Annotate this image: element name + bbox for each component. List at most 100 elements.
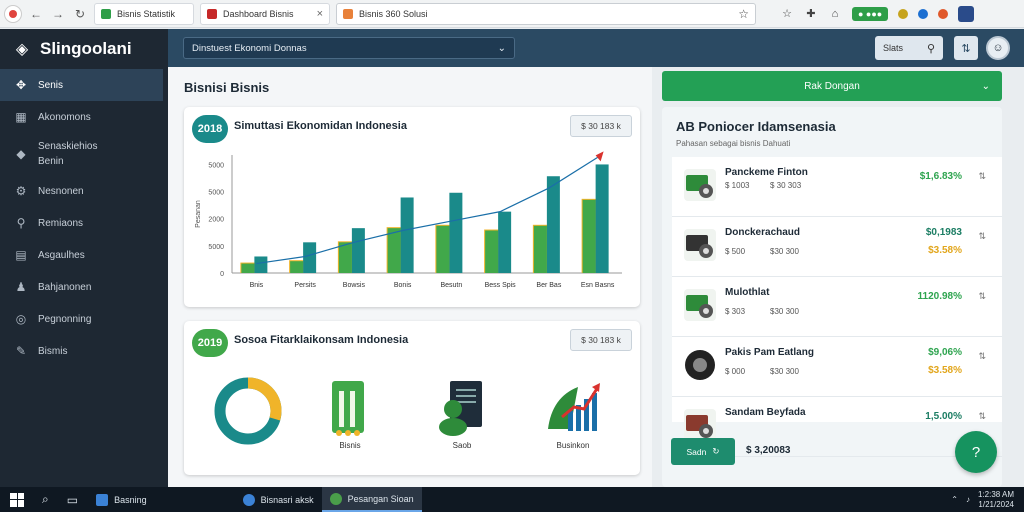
sort-arrow-icon[interactable]: ⇅ <box>978 171 986 182</box>
footer-total: $ 3,20083 <box>746 445 791 456</box>
app-icon <box>242 493 255 506</box>
puzzle-icon[interactable]: ✚ <box>804 7 818 21</box>
sidebar-item-2[interactable]: ◆ Senaskiehios Benin <box>0 133 168 175</box>
icons-card-title: Sosoa Fitarklaikonsam Indonesia <box>234 334 409 346</box>
indicator-title: AB Poniocer Idamsenasia <box>676 119 836 134</box>
x-tick-label: Bonis <box>394 282 412 289</box>
tile-document[interactable]: Bisnis <box>330 379 370 450</box>
item-value: 1120.98% <box>917 291 963 302</box>
sidebar-item-3[interactable]: ⚙ Nesnonen <box>0 175 168 207</box>
growth-chart-icon <box>548 383 600 431</box>
sort-arrow-icon[interactable]: ⇅ <box>978 351 986 362</box>
tile-person-document[interactable]: Saob <box>436 379 488 450</box>
reload-icon[interactable]: ↻ <box>72 6 88 22</box>
chart-card-action-button[interactable]: $ 30 183 k <box>570 115 632 137</box>
item-thumbnail-icon <box>684 289 716 321</box>
search-button[interactable]: Slats ⚲ <box>875 36 943 60</box>
extension-icon[interactable] <box>898 8 909 19</box>
list-item[interactable]: Mulothlat $ 303 $30 300 1120.98% ⇅ <box>672 277 1002 337</box>
bar <box>485 230 499 273</box>
extension-icon[interactable] <box>918 8 929 19</box>
item-change: $3.58% <box>928 245 962 256</box>
user-avatar[interactable]: ☺ <box>986 36 1010 60</box>
sidebar-item-8[interactable]: ✎ Bismis <box>0 335 168 367</box>
browser-tab-1[interactable]: Bisnis Statistik <box>94 2 194 25</box>
sidebar-item-1[interactable]: ▦ Akonomons <box>0 101 168 133</box>
sidebar: ◈ Slingoolani ✥ Senis ▦ Akonomons ◆ Senaskieh… <box>0 29 168 487</box>
bar-chart: 0 5000 2000 5000 5000 Pesanan Bnis Persits Bowsi… <box>195 151 622 289</box>
item-value: $0,1983 <box>925 227 962 238</box>
primary-dropdown-button[interactable]: Rak Dongan ⌄ <box>662 71 1002 101</box>
item-name: Donckerachaud <box>725 227 801 238</box>
sidebar-item-0[interactable]: ✥ Senis <box>0 69 163 101</box>
sidebar-item-6[interactable]: ♟ Bahjanonen <box>0 271 168 303</box>
chevron-down-icon: ⌄ <box>497 42 506 54</box>
indicator-list: Panckeme Finton $ 1003 $ 30 303 $1,6.83% ⇅ Do… <box>672 157 1002 457</box>
dataset-selector[interactable]: Dinstuest Ekonomi Donnas ⌄ <box>183 37 515 59</box>
item-change: $3.58% <box>928 365 962 376</box>
browser-tab-2[interactable]: Dashboard Bisnis × <box>200 2 330 25</box>
home-icon[interactable]: ⌂ <box>828 7 842 21</box>
os-taskbar: ⌕ ▭ Basning Bisnasri aksk Pesangan Sioan ⌃… <box>0 487 1024 512</box>
sidebar-item-label: Bahjanonen <box>38 281 92 293</box>
taskbar-search-icon[interactable]: ⌕ <box>42 492 49 507</box>
sidebar-item-5[interactable]: ▤ Asgaulhes <box>0 239 168 271</box>
x-tick-label: Esn Basns <box>581 282 615 289</box>
sidebar-icon: ◆ <box>16 147 26 161</box>
trend-arrow-icon <box>595 151 604 162</box>
item-meta: $30 300 <box>770 307 799 316</box>
person-document-icon <box>439 381 482 436</box>
tile-donut[interactable] <box>212 375 284 449</box>
item-thumbnail-icon <box>684 169 716 201</box>
browser-home-button[interactable] <box>4 4 22 23</box>
sort-button[interactable]: ⇅ <box>954 36 978 60</box>
bookmark-star-icon[interactable]: ☆ <box>738 7 749 21</box>
list-item[interactable]: Panckeme Finton $ 1003 $ 30 303 $1,6.83% ⇅ <box>672 157 1002 217</box>
sort-arrow-icon[interactable]: ⇅ <box>978 291 986 302</box>
sidebar-item-4[interactable]: ⚲ Remiaons <box>0 207 168 239</box>
volume-icon[interactable]: ♪ <box>966 495 970 504</box>
profile-avatar[interactable] <box>958 5 975 22</box>
tab-close-icon[interactable]: × <box>317 8 323 20</box>
back-arrow-icon[interactable]: ← <box>28 6 44 22</box>
footer-action-button[interactable]: Sadn ↻ <box>671 438 735 465</box>
network-icon[interactable]: ⌃ <box>951 495 958 504</box>
taskbar-app-2[interactable]: Pesangan Sioan <box>321 487 422 512</box>
taskbar-app-1[interactable]: Bisnasri aksk <box>235 487 322 512</box>
bar <box>546 176 560 273</box>
app-icon <box>329 492 342 505</box>
y-tick-label: 5000 <box>208 162 224 169</box>
address-bar[interactable]: Bisnis 360 Solusi ☆ <box>336 2 756 25</box>
clock-date: 1/21/2024 <box>978 499 1014 509</box>
sidebar-icon: ✎ <box>15 344 27 358</box>
sidebar-item-7[interactable]: ◎ Pegnonning <box>0 303 168 335</box>
sidebar-item-label: Pegnonning <box>38 313 92 325</box>
extension-pill[interactable]: ● ●●● <box>852 6 889 21</box>
bar <box>498 211 512 273</box>
sidebar-icon: ♟ <box>15 280 27 294</box>
taskbar-app-0[interactable]: Basning <box>88 487 155 512</box>
tile-growth-chart[interactable]: Businkon <box>544 379 602 450</box>
system-tray: ⌃ ♪ 1:2:38 AM 1/21/2024 <box>951 490 1024 510</box>
help-fab-button[interactable]: ? <box>955 431 997 473</box>
item-meta: $ 1003 <box>725 181 750 190</box>
list-item[interactable]: Pakis Pam Eatlang $ 000 $30 300 $9,06% $3.58… <box>672 337 1002 397</box>
task-view-icon[interactable]: ▭ <box>67 493 78 507</box>
clock-time: 1:2:38 AM <box>977 489 1014 499</box>
sort-arrow-icon[interactable]: ⇅ <box>978 231 986 242</box>
star-icon[interactable]: ☆ <box>780 7 794 21</box>
list-item[interactable]: Donckerachaud $ 500 $30 300 $0,1983 $3.58% ⇅ <box>672 217 1002 277</box>
x-tick-label: Ber Bas <box>536 282 561 289</box>
sidebar-item-label: Akonomons <box>38 111 91 123</box>
bar <box>254 256 268 273</box>
forward-arrow-icon[interactable]: → <box>50 6 66 22</box>
x-tick-label: Bowsis <box>343 282 366 289</box>
x-tick-label: Besutn <box>440 282 462 289</box>
brand[interactable]: ◈ Slingoolani <box>0 29 168 69</box>
y-tick-label: 0 <box>220 271 224 278</box>
bar <box>595 164 609 273</box>
start-button[interactable] <box>10 492 24 507</box>
extension-icon[interactable] <box>938 8 949 19</box>
sort-arrow-icon[interactable]: ⇅ <box>978 411 986 422</box>
icons-card-action-button[interactable]: $ 30 183 k <box>570 329 632 351</box>
